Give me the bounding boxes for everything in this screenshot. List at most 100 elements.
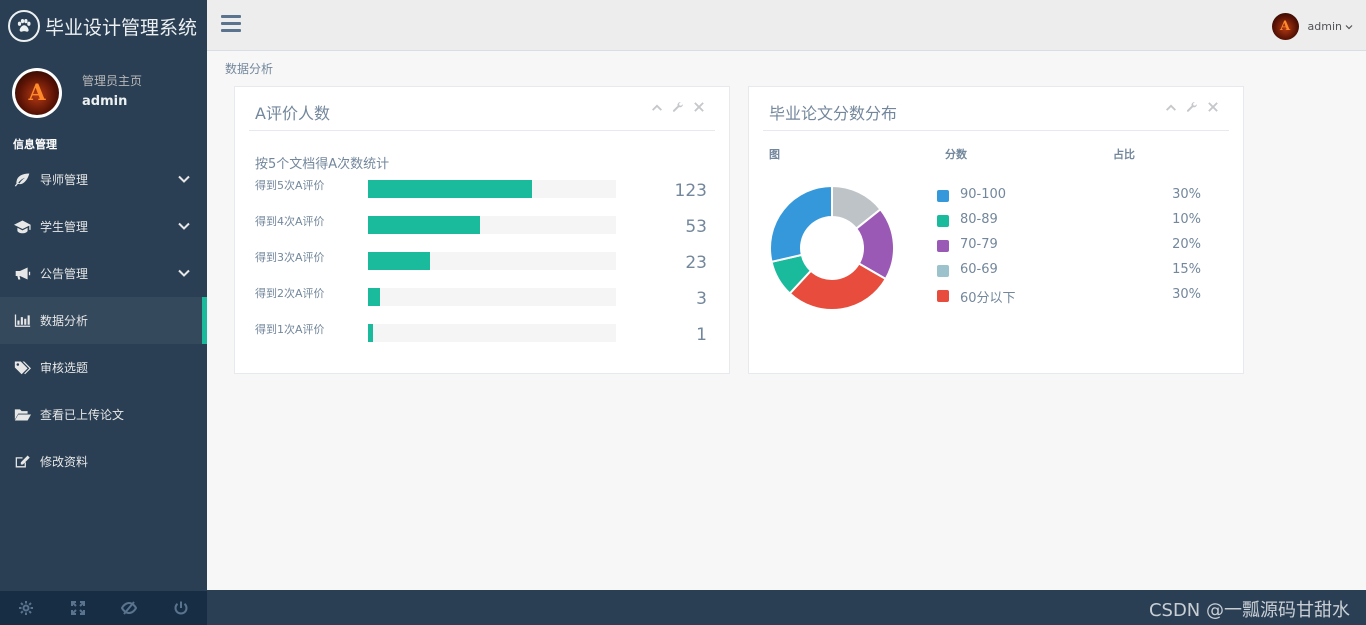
legend-swatch [937, 215, 949, 227]
fullscreen-button[interactable] [52, 591, 104, 625]
panel-divider [763, 130, 1229, 131]
bullhorn-icon [12, 266, 32, 282]
panel-tools [1165, 101, 1219, 113]
graduation-cap-icon [12, 219, 32, 235]
paw-icon [8, 10, 40, 42]
chevron-up-icon[interactable] [651, 101, 663, 113]
sidebar-item-data-analysis[interactable]: 数据分析 [0, 297, 207, 344]
user-menu[interactable]: A admin [1271, 13, 1353, 40]
stat-label: 得到4次A评价 [255, 215, 325, 228]
leaf-icon [12, 172, 32, 188]
chevron-down-icon [178, 175, 190, 183]
legend-label: 70-79 [960, 237, 998, 252]
progress-track [368, 252, 616, 270]
profile-name: admin [82, 93, 128, 109]
sidebar-item-label: 数据分析 [40, 314, 89, 328]
legend-swatch [937, 290, 949, 302]
profile: A 管理员主页 admin [0, 52, 207, 134]
lock-button[interactable] [104, 591, 156, 625]
column-header-score: 分数 [945, 148, 967, 161]
folder-open-icon [12, 407, 32, 423]
close-icon[interactable] [693, 101, 705, 113]
user-name: admin [1307, 20, 1342, 33]
legend-row: 70-79 20% [937, 237, 1201, 255]
legend-swatch [937, 265, 949, 277]
sidebar-item-label: 查看已上传论文 [40, 408, 125, 422]
close-icon[interactable] [1207, 101, 1219, 113]
side-menu: 导师管理 学生管理 公告管理 数据分析 审核选题 查看已上传论文 修改资料 [0, 156, 207, 485]
bar-chart-icon [12, 313, 32, 329]
sidebar-item-label: 修改资料 [40, 455, 89, 469]
avatar-initial: A [15, 71, 59, 115]
legend-percentage: 15% [1172, 262, 1201, 277]
eye-slash-icon [121, 601, 138, 615]
stat-label: 得到5次A评价 [255, 179, 325, 192]
watermark: CSDN @一瓢源码甘甜水 [1148, 600, 1350, 621]
sidebar: 毕业设计管理系统 A 管理员主页 admin 信息管理 导师管理 学生管理 公告… [0, 0, 207, 625]
chevron-down-icon [178, 269, 190, 277]
chevron-up-icon[interactable] [1165, 101, 1177, 113]
legend-label: 90-100 [960, 187, 1007, 202]
legend-percentage: 20% [1172, 237, 1201, 252]
logout-button[interactable] [155, 591, 207, 625]
panel-title: A评价人数 [255, 104, 330, 123]
legend-row: 60-69 15% [937, 262, 1201, 280]
panel-title: 毕业论文分数分布 [769, 104, 898, 123]
sidebar-item-students[interactable]: 学生管理 [0, 203, 207, 250]
stat-row: 得到5次A评价 123 [255, 178, 707, 201]
donut-chart [769, 185, 895, 311]
sidebar-item-label: 审核选题 [40, 361, 89, 375]
stat-label: 得到2次A评价 [255, 287, 325, 300]
progress-fill [368, 288, 381, 306]
settings-icon [18, 601, 33, 615]
legend-row: 60分以下 30% [937, 287, 1201, 306]
top-nav: A admin [207, 0, 1366, 51]
legend-row: 80-89 10% [937, 212, 1201, 230]
legend-percentage: 30% [1172, 187, 1201, 202]
settings-button[interactable] [0, 591, 52, 625]
progress-fill [368, 216, 480, 234]
sidebar-item-review-topics[interactable]: 审核选题 [0, 344, 207, 391]
legend-percentage: 10% [1172, 212, 1201, 227]
sidebar-item-uploaded-papers[interactable]: 查看已上传论文 [0, 391, 207, 438]
sidebar-item-label: 公告管理 [40, 267, 89, 281]
sidebar-footer [0, 591, 207, 625]
progress-fill [368, 324, 373, 342]
stat-value: 3 [696, 289, 707, 309]
column-header-chart: 图 [769, 148, 780, 161]
menu-toggle-icon[interactable] [221, 15, 241, 35]
sidebar-item-tutors[interactable]: 导师管理 [0, 156, 207, 203]
stat-value: 1 [696, 325, 707, 345]
progress-track [368, 324, 616, 342]
bottom-bar: CSDN @一瓢源码甘甜水 [207, 590, 1366, 625]
stat-label: 得到1次A评价 [255, 323, 325, 336]
progress-fill [368, 252, 430, 270]
progress-track [368, 180, 616, 198]
avatar: A [12, 68, 62, 118]
sidebar-item-announcements[interactable]: 公告管理 [0, 250, 207, 297]
fullscreen-icon [70, 601, 85, 615]
stat-value: 23 [685, 253, 707, 273]
stat-value: 123 [674, 181, 707, 201]
edit-icon [12, 454, 32, 470]
panel-divider [249, 130, 715, 131]
stat-caption: 按5个文档得A次数统计 [255, 157, 390, 172]
stat-row: 得到4次A评价 53 [255, 214, 707, 237]
progress-fill [368, 180, 532, 198]
brand[interactable]: 毕业设计管理系统 [0, 0, 207, 52]
progress-track [368, 288, 616, 306]
stat-value: 53 [685, 217, 707, 237]
wrench-icon[interactable] [1186, 101, 1198, 113]
profile-welcome: 管理员主页 [82, 73, 143, 88]
user-avatar: A [1271, 13, 1299, 40]
stat-label: 得到3次A评价 [255, 251, 325, 264]
sidebar-item-label: 学生管理 [40, 220, 89, 234]
legend-percentage: 30% [1172, 287, 1201, 302]
stat-row: 得到2次A评价 3 [255, 286, 707, 309]
app-title: 毕业设计管理系统 [45, 16, 198, 39]
wrench-icon[interactable] [672, 101, 684, 113]
legend-label: 60-69 [960, 262, 998, 277]
legend-row: 90-100 30% [937, 187, 1201, 205]
sidebar-item-edit-profile[interactable]: 修改资料 [0, 438, 207, 485]
legend-swatch [937, 240, 949, 252]
